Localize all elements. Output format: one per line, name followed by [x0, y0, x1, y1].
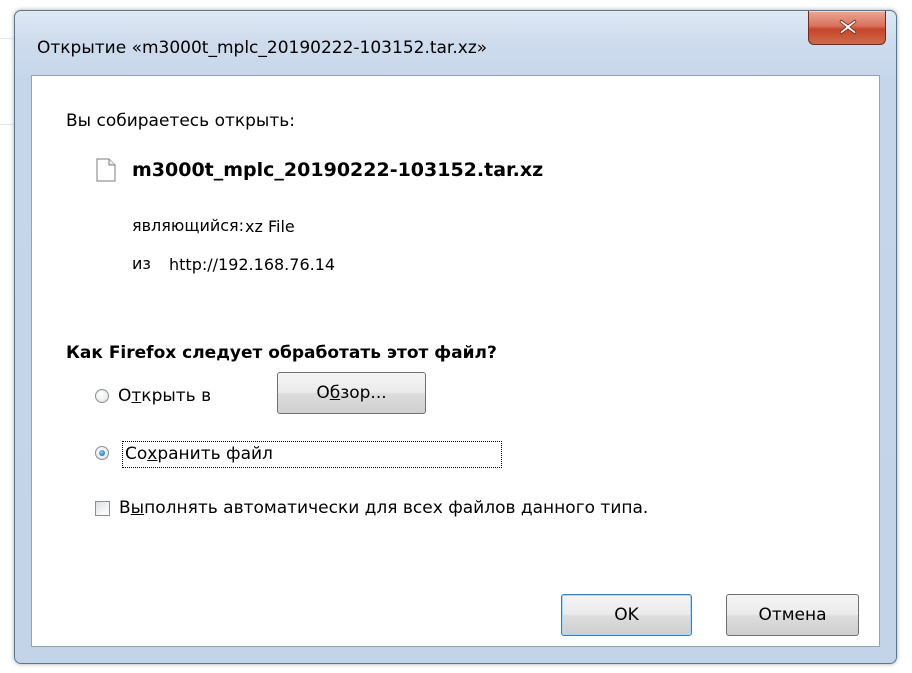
- backdrop-divider-mid: [0, 124, 14, 125]
- browse-accelerator: б: [329, 383, 341, 403]
- download-dialog: Открытие «m3000t_mplc_20190222-103152.ta…: [14, 10, 897, 664]
- open-with-radio[interactable]: [95, 389, 109, 403]
- close-x-icon: [839, 19, 857, 35]
- auto-action-label-start: В: [119, 498, 131, 518]
- open-with-accelerator: т: [131, 386, 142, 406]
- handling-question: Как Firefox следует обработать этот файл…: [66, 343, 497, 363]
- open-with-label-start: О: [118, 386, 132, 406]
- document-icon: [96, 158, 116, 182]
- intro-text: Вы собираетесь открыть:: [66, 111, 296, 131]
- save-file-radio[interactable]: [95, 446, 109, 460]
- file-name: m3000t_mplc_20190222-103152.tar.xz: [132, 159, 544, 181]
- dialog-title: Открытие «m3000t_mplc_20190222-103152.ta…: [37, 38, 488, 58]
- auto-action-label[interactable]: Выполнять автоматически для всех файлов …: [119, 498, 648, 518]
- browse-button[interactable]: Обзор...: [277, 372, 426, 414]
- browse-label-start: О: [316, 383, 330, 403]
- source-label: из: [132, 254, 151, 273]
- dialog-body: Вы собираетесь открыть: m3000t_mplc_2019…: [31, 75, 880, 647]
- open-with-label-end: крыть в: [141, 386, 212, 406]
- save-file-accelerator: х: [147, 444, 158, 464]
- save-file-label-start: Со: [125, 444, 148, 464]
- close-button[interactable]: [808, 11, 886, 45]
- file-type-label: являющийся:: [132, 216, 245, 235]
- ok-button[interactable]: OK: [561, 594, 692, 636]
- file-type-value: xz File: [245, 217, 295, 236]
- save-file-label-end: ранить файл: [157, 444, 273, 464]
- title-bar[interactable]: Открытие «m3000t_mplc_20190222-103152.ta…: [15, 11, 896, 75]
- auto-action-accelerator: ы: [130, 498, 145, 518]
- browse-label-end: зор...: [340, 383, 387, 403]
- auto-action-checkbox[interactable]: [95, 501, 110, 516]
- backdrop-divider-top: [0, 38, 14, 39]
- source-url: http://192.168.76.14: [169, 255, 336, 274]
- cancel-button[interactable]: Отмена: [726, 594, 859, 636]
- auto-action-label-end: полнять автоматически для всех файлов да…: [144, 498, 649, 518]
- save-file-label[interactable]: Сохранить файл: [122, 441, 502, 468]
- open-with-label[interactable]: Открыть в: [118, 386, 211, 406]
